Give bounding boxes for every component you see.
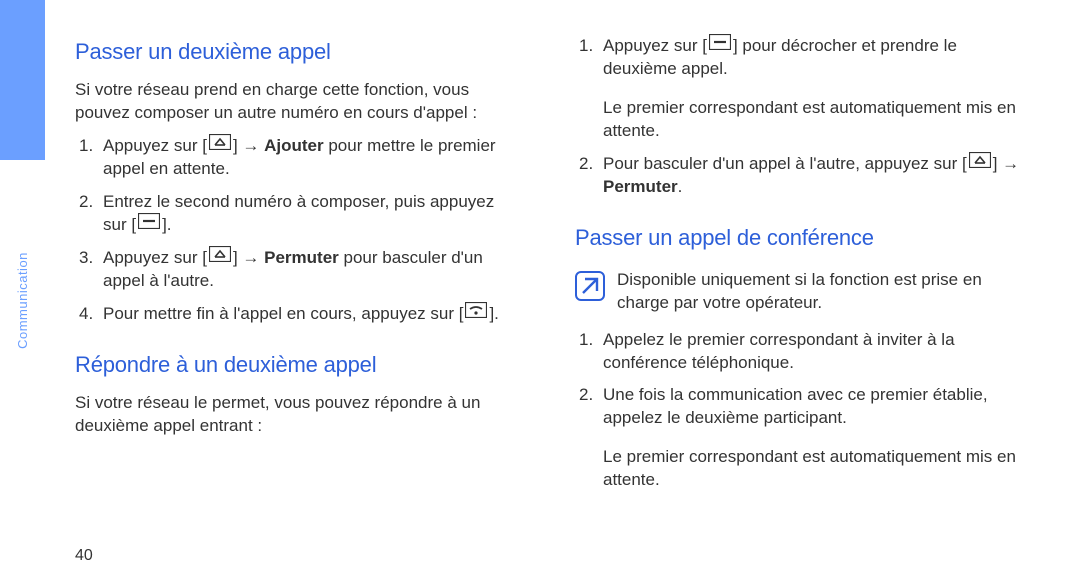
step-1: Appuyez sur [] pour décrocher et prendre… [575, 35, 1020, 81]
menu-up-icon [969, 152, 991, 175]
heading-second-call: Passer un deuxième appel [75, 39, 520, 65]
call-key-icon [709, 34, 731, 57]
page-content: Passer un deuxième appel Si votre réseau… [75, 35, 1035, 555]
step-1-sub: Le premier correspondant est automatique… [575, 97, 1020, 143]
intro-answer-second: Si votre réseau le permet, vous pouvez r… [75, 392, 520, 438]
step-text: ] → [233, 136, 264, 155]
step-4: Pour mettre fin à l'appel en cours, appu… [75, 303, 520, 326]
step-text: Appuyez sur [ [603, 36, 707, 55]
column-right: Appuyez sur [] pour décrocher et prendre… [575, 35, 1020, 555]
step-text: ] → [993, 154, 1019, 173]
sidebar-chapter-text: Communication [15, 252, 30, 349]
page-number: 40 [75, 547, 93, 565]
steps-second-call: Appuyez sur [] → Ajouter pour mettre le … [75, 135, 520, 336]
step-text: Appuyez sur [ [103, 248, 207, 267]
step-1: Appuyez sur [] → Ajouter pour mettre le … [75, 135, 520, 181]
steps-answer-second: Appuyez sur [] pour décrocher et prendre… [575, 35, 1020, 91]
heading-conference: Passer un appel de conférence [575, 225, 1020, 251]
steps-conference: Appelez le premier correspondant à invit… [575, 329, 1020, 441]
step-text: ]. [489, 304, 498, 323]
sidebar-chapter-label: Communication [0, 200, 45, 400]
sidebar: Communication [0, 0, 45, 585]
step-2: Une fois la communication avec ce premie… [575, 384, 1020, 430]
intro-second-call: Si votre réseau prend en charge cette fo… [75, 79, 520, 125]
step-text: Pour basculer d'un appel à l'autre, appu… [603, 154, 967, 173]
step-1: Appelez le premier correspondant à invit… [575, 329, 1020, 375]
menu-up-icon [209, 246, 231, 269]
heading-answer-second: Répondre à un deuxième appel [75, 352, 520, 378]
step-text: Pour mettre fin à l'appel en cours, appu… [103, 304, 463, 323]
step-2: Pour basculer d'un appel à l'autre, appu… [575, 153, 1020, 199]
step-text: ] → [233, 248, 264, 267]
steps-answer-second-cont: Pour basculer d'un appel à l'autre, appu… [575, 153, 1020, 209]
end-call-key-icon [465, 302, 487, 325]
step-text: . [678, 177, 683, 196]
note-text: Disponible uniquement si la fonction est… [617, 269, 1020, 315]
bold-ajouter: Ajouter [264, 136, 324, 155]
bold-permuter: Permuter [264, 248, 339, 267]
step-2-sub: Le premier correspondant est automatique… [575, 446, 1020, 492]
call-key-icon [138, 213, 160, 236]
note-info-icon [575, 271, 605, 306]
step-3: Appuyez sur [] → Permuter pour basculer … [75, 247, 520, 293]
step-text: ]. [162, 215, 171, 234]
step-text: Appuyez sur [ [103, 136, 207, 155]
bold-permuter: Permuter [603, 177, 678, 196]
column-left: Passer un deuxième appel Si votre réseau… [75, 35, 520, 555]
note: Disponible uniquement si la fonction est… [575, 269, 1020, 315]
sidebar-accent [0, 0, 45, 160]
step-2: Entrez le second numéro à composer, puis… [75, 191, 520, 237]
menu-up-icon [209, 134, 231, 157]
